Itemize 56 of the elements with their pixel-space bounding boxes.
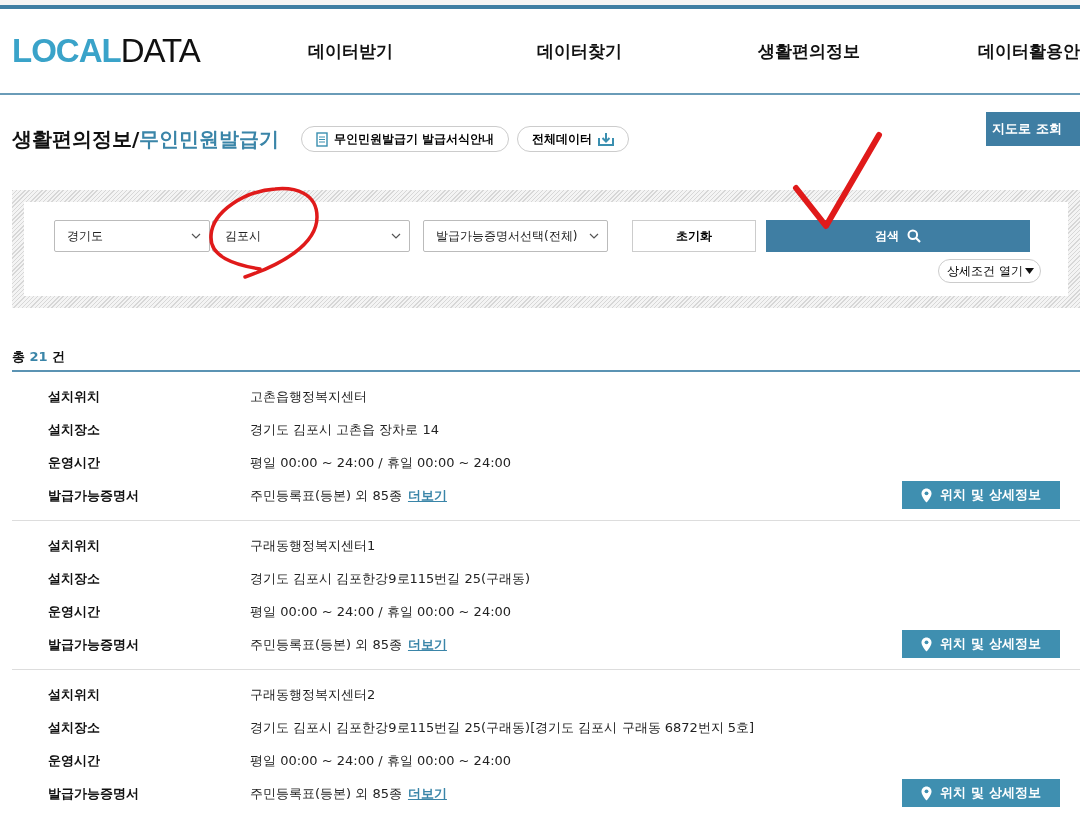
field-value: 평일 00:00 ~ 24:00 / 휴일 00:00 ~ 24:00 (250, 602, 512, 621)
nav-link[interactable]: 데이터찾기 (537, 39, 622, 63)
field-label: 운영시간 (48, 751, 101, 770)
page-title: 생활편의정보/무인민원발급기 (12, 125, 280, 153)
more-link[interactable]: 더보기 (407, 635, 447, 654)
location-detail-button[interactable]: 위치 및 상세정보 (902, 481, 1060, 509)
map-pin-icon (921, 636, 933, 652)
more-link[interactable]: 더보기 (407, 784, 447, 803)
search-icon (907, 229, 921, 243)
search-button[interactable]: 검색 (766, 220, 1030, 252)
field-value: 주민등록표(등본) 외 85종 (250, 635, 402, 654)
chevron-down-icon (589, 233, 599, 239)
field-value: 경기도 김포시 고촌읍 장차로 14 (250, 420, 440, 439)
document-icon (316, 131, 329, 147)
field-label: 설치장소 (48, 569, 101, 588)
field-value: 구래동행정복지센터2 (250, 685, 376, 704)
caret-down-icon (1024, 268, 1034, 274)
chevron-down-icon (191, 233, 201, 239)
download-icon (598, 132, 615, 146)
field-value: 경기도 김포시 김포한강9로115번길 25(구래동)[경기도 김포시 구래동 6872번지 5호] (250, 718, 755, 737)
select-dropdown[interactable]: 경기도 (54, 220, 210, 252)
select-dropdown[interactable]: 발급가능증명서선택(전체) (423, 220, 608, 252)
map-pin-icon (921, 487, 933, 503)
field-label: 설치위치 (48, 536, 101, 555)
guide-button[interactable]: 무인민원발급기 발급서식안내 (301, 126, 510, 152)
download-button[interactable]: 전체데이터 (517, 126, 630, 152)
nav-link[interactable]: 데이터활용안 (978, 39, 1080, 63)
location-detail-button[interactable]: 위치 및 상세정보 (902, 779, 1060, 807)
select-dropdown[interactable]: 김포시 (212, 220, 410, 252)
logo[interactable]: LOCALDATA (12, 32, 260, 70)
details-toggle-button[interactable]: 상세조건 열기 (938, 259, 1041, 283)
field-value: 평일 00:00 ~ 24:00 / 휴일 00:00 ~ 24:00 (250, 453, 512, 472)
field-label: 발급가능증명서 (48, 486, 140, 505)
field-value: 주민등록표(등본) 외 85종 (250, 486, 402, 505)
field-label: 운영시간 (48, 602, 101, 621)
field-value: 주민등록표(등본) 외 85종 (250, 784, 402, 803)
nav-link[interactable]: 생활편의정보 (758, 39, 860, 63)
field-label: 설치장소 (48, 718, 101, 737)
field-value: 구래동행정복지센터1 (250, 536, 376, 555)
map-view-button[interactable]: 지도로 조회 (986, 112, 1080, 146)
field-value: 평일 00:00 ~ 24:00 / 휴일 00:00 ~ 24:00 (250, 751, 512, 770)
field-label: 발급가능증명서 (48, 784, 140, 803)
field-label: 발급가능증명서 (48, 635, 140, 654)
reset-button[interactable]: 초기화 (632, 220, 756, 252)
field-label: 운영시간 (48, 453, 101, 472)
map-pin-icon (921, 785, 933, 801)
field-label: 설치장소 (48, 420, 101, 439)
field-label: 설치위치 (48, 387, 101, 406)
field-label: 설치위치 (48, 685, 101, 704)
more-link[interactable]: 더보기 (407, 486, 447, 505)
field-value: 경기도 김포시 김포한강9로115번길 25(구래동) (250, 569, 531, 588)
field-value: 고촌읍행정복지센터 (250, 387, 367, 406)
result-count: 총 21 건 (12, 348, 1080, 372)
location-detail-button[interactable]: 위치 및 상세정보 (902, 630, 1060, 658)
nav-link[interactable]: 데이터받기 (308, 39, 393, 63)
chevron-down-icon (391, 233, 401, 239)
